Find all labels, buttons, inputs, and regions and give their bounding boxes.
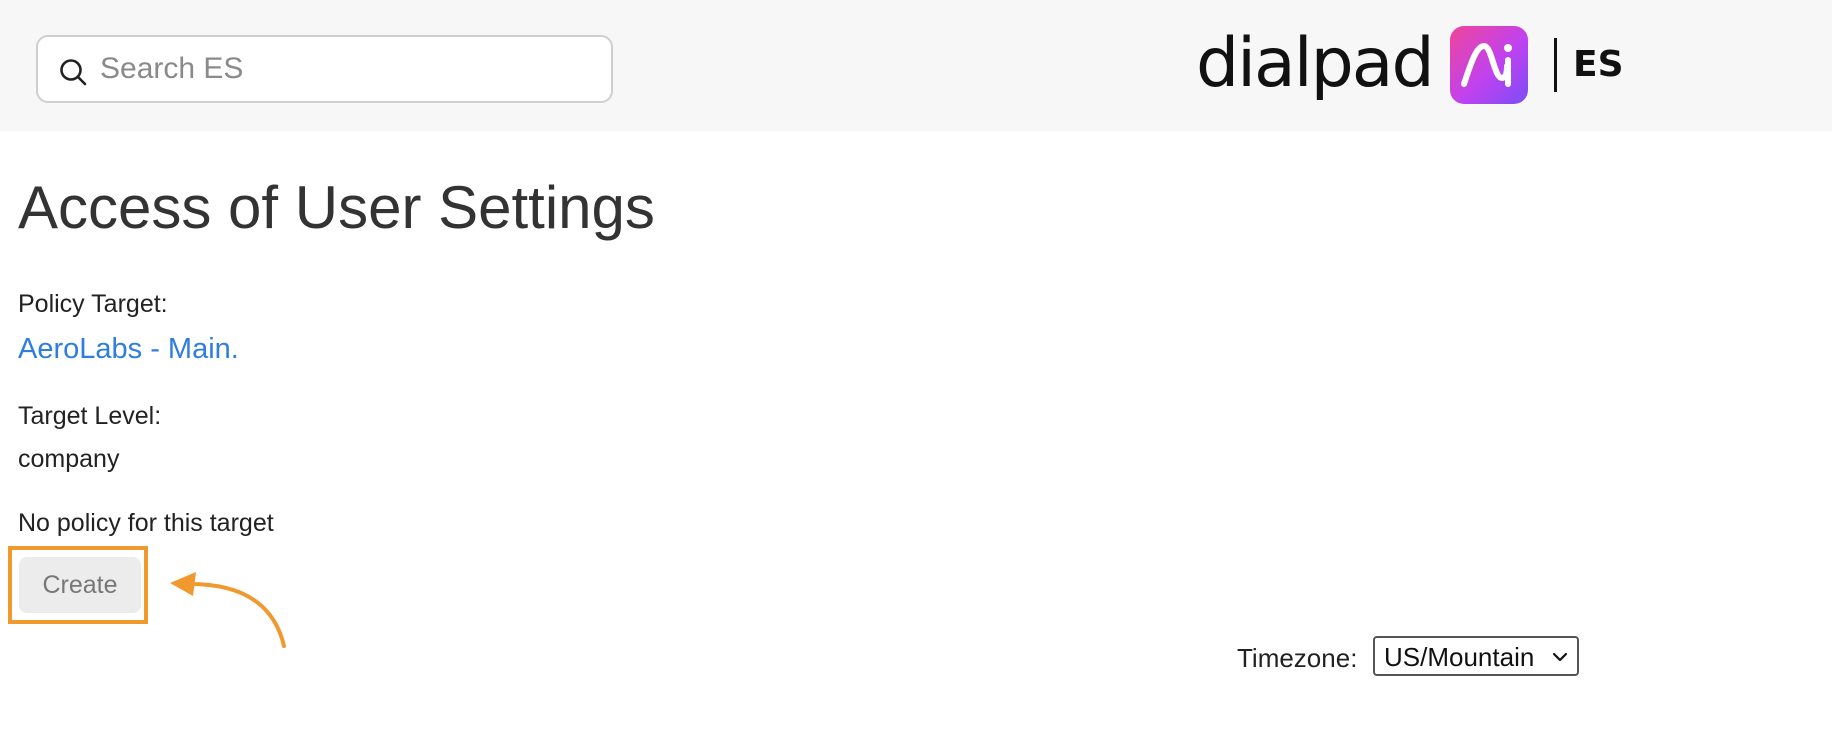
chevron-down-icon [1552,652,1568,662]
search-box[interactable] [36,35,613,103]
timezone-selected-value: US/Mountain [1384,642,1535,672]
policy-target-link[interactable]: AeroLabs - Main. [18,331,239,367]
ai-glyph-icon [1461,42,1512,87]
search-input[interactable] [96,45,604,93]
target-level-value: company [18,445,120,473]
page-title: Access of User Settings [18,174,655,241]
search-icon [60,59,87,86]
create-button[interactable]: Create [19,557,141,613]
timezone-label: Timezone: [1237,643,1358,673]
timezone-select[interactable]: US/Mountain [1373,636,1579,676]
brand-divider [1554,38,1557,92]
brand-wordmark: dialpad [1196,24,1435,103]
target-level-label: Target Level: [18,402,162,430]
ai-badge-icon [1450,26,1528,104]
top-header: dialpad ES [0,0,1832,131]
policy-target-label: Policy Target: [18,290,168,318]
no-policy-note: No policy for this target [18,509,274,537]
brand-suffix: ES [1573,44,1624,85]
annotation-arrow-icon [170,572,286,648]
